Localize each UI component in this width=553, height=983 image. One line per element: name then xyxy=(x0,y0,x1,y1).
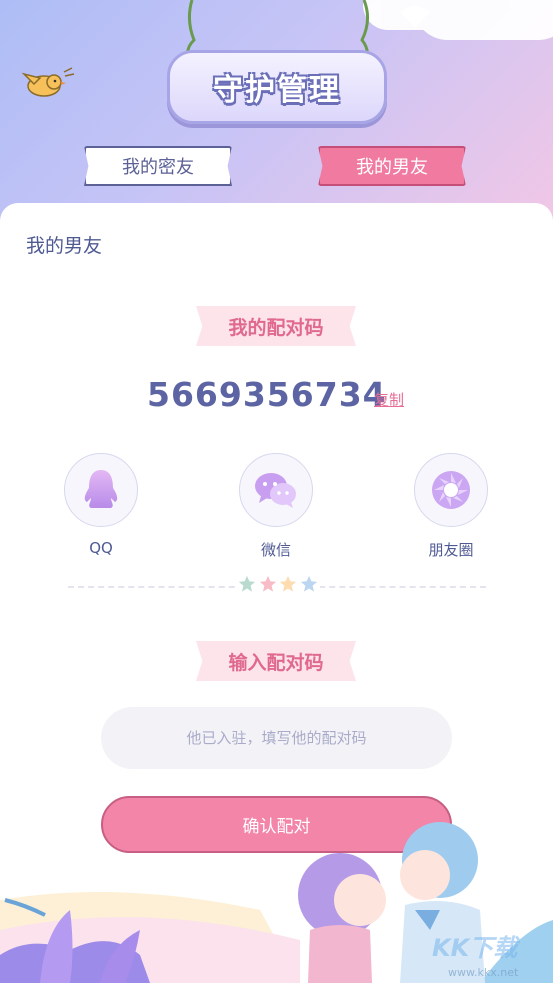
share-wechat: 微信 xyxy=(221,453,331,560)
header-banner: 守护管理 我的密友 我的男友 xyxy=(0,0,553,230)
share-moments-button[interactable] xyxy=(414,453,488,527)
page-title-plate: 守护管理 xyxy=(167,50,387,124)
star-icon xyxy=(238,575,256,592)
share-wechat-label: 微信 xyxy=(260,541,291,559)
cloud-decoration xyxy=(363,0,553,40)
tab-my-boyfriend[interactable]: 我的男友 xyxy=(318,146,466,186)
copy-button[interactable]: 复制 xyxy=(374,389,404,410)
watermark-logo: KK下载 xyxy=(432,934,518,962)
share-wechat-button[interactable] xyxy=(239,453,313,527)
share-qq-button[interactable] xyxy=(64,453,138,527)
my-code-ribbon: 我的配对码 xyxy=(196,306,356,346)
wifi-icon xyxy=(400,6,430,28)
stars-decoration xyxy=(236,575,320,597)
page-title: 守护管理 xyxy=(213,73,341,108)
tab-label: 我的密友 xyxy=(122,157,194,178)
qq-icon xyxy=(84,470,118,508)
share-moments-label: 朋友圈 xyxy=(428,541,474,559)
pair-code-input[interactable] xyxy=(101,707,452,769)
watermark-url: www.kkx.net xyxy=(448,966,519,979)
my-code-label: 我的配对码 xyxy=(228,316,324,339)
star-icon xyxy=(300,575,318,592)
share-qq: QQ xyxy=(46,453,156,557)
pair-code-value: 5669356734 xyxy=(147,375,387,414)
wechat-icon xyxy=(255,473,296,508)
moments-icon xyxy=(432,471,470,509)
share-moments: 朋友圈 xyxy=(396,453,506,560)
input-code-ribbon: 输入配对码 xyxy=(196,641,356,681)
share-qq-label: QQ xyxy=(89,539,113,557)
tab-my-best-friend[interactable]: 我的密友 xyxy=(84,146,232,186)
bird-icon xyxy=(21,67,75,97)
star-icon xyxy=(259,575,276,592)
tab-label: 我的男友 xyxy=(356,157,428,178)
star-icon xyxy=(280,575,297,592)
input-code-label: 输入配对码 xyxy=(228,651,324,674)
section-title: 我的男友 xyxy=(26,235,103,257)
